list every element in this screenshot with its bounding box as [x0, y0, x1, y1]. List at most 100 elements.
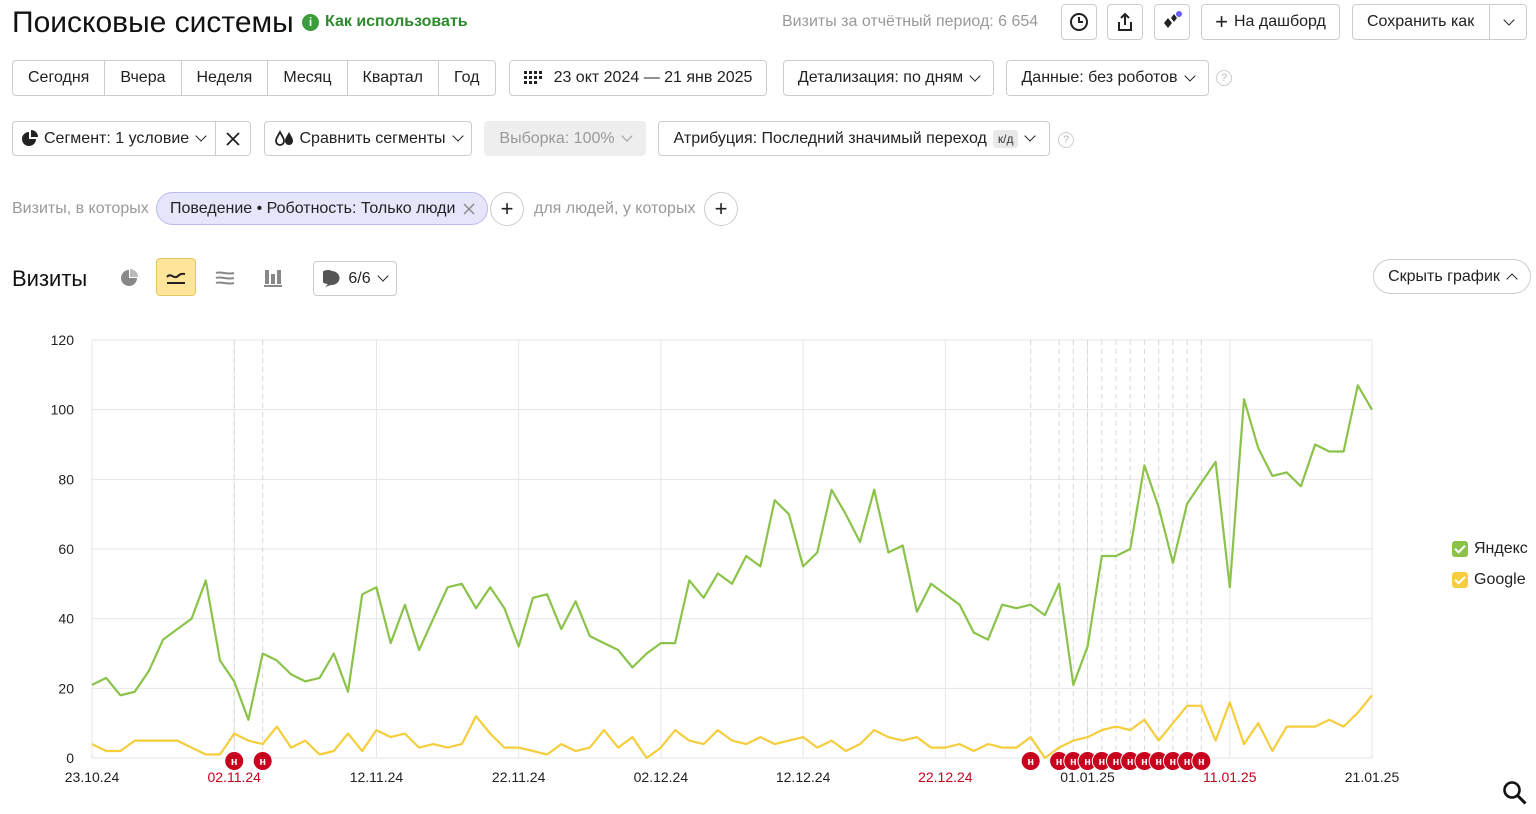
holiday-marker-label: н	[1056, 756, 1063, 768]
plus-icon: +	[500, 196, 514, 221]
share-icon	[1118, 12, 1132, 31]
chart-type-pie[interactable]	[109, 259, 149, 297]
plus-icon: +	[1215, 9, 1228, 34]
y-tick-label: 0	[66, 750, 74, 766]
holiday-marker[interactable]: н	[1191, 751, 1212, 771]
period-month[interactable]: Месяц	[268, 61, 348, 95]
page-title: Поисковые системы	[12, 6, 294, 39]
history-button[interactable]	[1061, 4, 1097, 40]
visits-total: Визиты за отчётный период: 6 654	[782, 13, 1039, 30]
hide-chart-button[interactable]: Скрыть график	[1373, 259, 1531, 294]
chart-type-bar[interactable]	[253, 259, 293, 297]
zoom-icon[interactable]	[1502, 780, 1528, 806]
segment-dropdown[interactable]: Сегмент: 1 условие	[13, 122, 217, 155]
filter-prefix: Визиты, в которых	[12, 200, 149, 217]
compare-segments-dropdown[interactable]: Сравнить сегменты	[264, 121, 472, 156]
clock-icon	[1070, 13, 1088, 31]
add-people-condition-button[interactable]: +	[704, 192, 738, 226]
chevron-down-icon	[1183, 69, 1196, 82]
data-filter-dropdown[interactable]: Данные: без роботов	[1006, 60, 1209, 96]
holiday-marker-label: н	[1113, 756, 1120, 768]
period-quarter[interactable]: Квартал	[348, 61, 440, 95]
comment-icon	[323, 269, 340, 287]
area-chart-icon	[215, 271, 235, 285]
pie-icon	[22, 129, 38, 146]
close-icon	[226, 131, 240, 146]
to-dashboard-button[interactable]: + На дашборд	[1201, 4, 1340, 40]
visits-line-chart: 0 20 40 60 80 100 120 23.10.24 02.11.24 12.11.24 2…	[51, 332, 1400, 785]
period-year[interactable]: Год	[439, 61, 494, 95]
chevron-down-icon	[451, 130, 464, 142]
save-as-button[interactable]: Сохранить как	[1352, 4, 1527, 40]
period-yesterday[interactable]: Вчера	[105, 61, 182, 95]
people-filter-prefix: для людей, у которых	[534, 200, 696, 217]
help-icon[interactable]: ?	[1058, 132, 1074, 148]
add-visit-condition-button[interactable]: +	[490, 192, 524, 226]
how-to-label: Как использовать	[325, 13, 468, 30]
x-tick-label: 12.12.24	[776, 769, 831, 785]
calendar-icon	[523, 71, 542, 84]
holiday-marker-label: н	[1155, 756, 1162, 768]
period-week[interactable]: Неделя	[182, 61, 269, 95]
y-tick-label: 60	[58, 541, 74, 557]
segment-control: Сегмент: 1 условие	[12, 121, 252, 156]
help-icon[interactable]: ?	[1216, 70, 1232, 86]
x-tick-label: 02.11.24	[207, 769, 261, 785]
chevron-down-icon	[1502, 13, 1515, 26]
date-range-button[interactable]: 23 окт 2024 — 21 янв 2025	[509, 60, 767, 96]
y-tick-label: 120	[51, 332, 75, 348]
x-tick-label: 01.01.25	[1060, 769, 1115, 785]
annotations-dropdown[interactable]: 6/6	[313, 261, 397, 296]
x-tick-label: 12.11.24	[350, 769, 404, 785]
info-icon: i	[302, 13, 319, 31]
series-line-yandex	[91, 384, 1373, 721]
holiday-marker-label: н	[1070, 756, 1077, 768]
filter-condition-pill[interactable]: Поведение • Роботность: Только люди	[156, 192, 489, 225]
holiday-marker-label: н	[231, 756, 238, 768]
holiday-marker[interactable]: н	[224, 751, 245, 771]
y-tick-label: 80	[58, 471, 74, 487]
legend-item-yandex[interactable]: Яндекс	[1452, 540, 1528, 558]
series-line-google	[91, 694, 1373, 760]
line-chart-icon	[166, 272, 186, 284]
x-tick-label: 23.10.24	[65, 769, 120, 785]
x-tick-label: 22.12.24	[918, 769, 973, 785]
chart-type-area[interactable]	[205, 259, 245, 297]
how-to-link[interactable]: i Как использовать	[302, 13, 468, 31]
x-tick-label: 22.11.24	[492, 769, 546, 785]
save-as-dropdown[interactable]	[1489, 5, 1527, 39]
attribution-dropdown[interactable]: Атрибуция: Последний значимый переход к/…	[658, 121, 1050, 156]
ai-assistant-button[interactable]	[1154, 4, 1190, 40]
chevron-down-icon	[376, 270, 389, 282]
holiday-marker[interactable]: н	[252, 751, 273, 771]
bar-chart-icon	[264, 270, 282, 287]
legend-item-google[interactable]: Google	[1452, 571, 1526, 589]
chart-title: Визиты	[12, 266, 88, 291]
sample-dropdown[interactable]: Выборка: 100%	[484, 121, 646, 156]
holiday-marker-label: н	[1084, 756, 1091, 768]
sparkle-icon	[1164, 11, 1182, 28]
holiday-marker-label: н	[1027, 756, 1034, 768]
close-icon[interactable]	[463, 203, 475, 215]
clear-segment-button[interactable]	[216, 122, 250, 155]
y-tick-label: 100	[51, 402, 75, 418]
y-tick-label: 20	[58, 680, 74, 696]
chevron-up-icon	[1506, 272, 1518, 285]
attribution-badge: к/д	[992, 129, 1019, 148]
period-selector: Сегодня Вчера Неделя Месяц Квартал Год	[12, 60, 496, 96]
x-tick-label: 02.12.24	[634, 769, 689, 785]
chart-type-line[interactable]	[156, 258, 196, 296]
export-button[interactable]	[1107, 4, 1143, 40]
plus-icon: +	[714, 196, 728, 221]
drops-icon	[275, 129, 294, 146]
x-tick-label: 11.01.25	[1203, 769, 1257, 785]
checkbox-icon	[1452, 541, 1468, 557]
period-today[interactable]: Сегодня	[13, 61, 106, 95]
holiday-marker[interactable]: н	[1020, 751, 1041, 771]
detail-dropdown[interactable]: Детализация: по дням	[783, 60, 994, 96]
holiday-marker-label: н	[1170, 756, 1177, 768]
holiday-marker-label: н	[1141, 756, 1148, 768]
chevron-down-icon	[1024, 130, 1037, 142]
holiday-marker-label: н	[1184, 756, 1191, 768]
holiday-marker-label: н	[1098, 756, 1105, 768]
